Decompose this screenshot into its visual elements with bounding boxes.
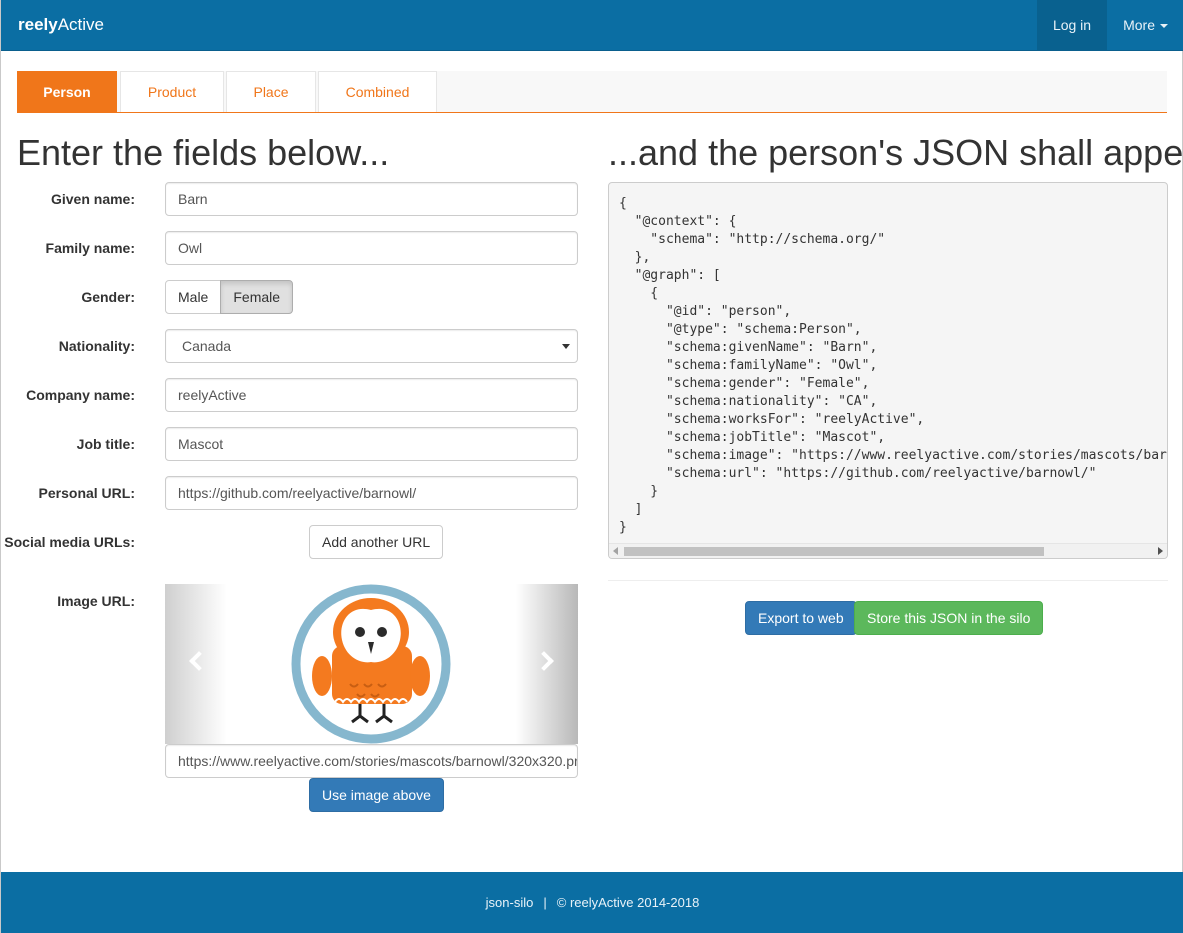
login-link[interactable]: Log in bbox=[1036, 0, 1108, 50]
footer-copyright: © reelyActive 2014-2018 bbox=[556, 895, 700, 910]
more-label: More bbox=[1123, 17, 1155, 33]
scrollbar-thumb[interactable] bbox=[624, 547, 1044, 556]
json-heading: ...and the person's JSON shall appear bbox=[608, 132, 1183, 173]
job-title-label: Job title: bbox=[76, 436, 135, 452]
chevron-down-icon bbox=[1160, 24, 1168, 29]
footer-app-link[interactable]: json-silo bbox=[486, 895, 534, 910]
footer: json-silo | © reelyActive 2014-2018 bbox=[1, 872, 1183, 933]
chevron-left-icon bbox=[189, 651, 209, 671]
nationality-label: Nationality: bbox=[58, 338, 135, 354]
chevron-right-icon bbox=[534, 651, 554, 671]
export-to-web-button[interactable]: Export to web bbox=[745, 601, 857, 635]
image-url-label: Image URL: bbox=[57, 593, 135, 609]
given-name-input[interactable]: Barn bbox=[165, 182, 578, 216]
nav-right: Log in More bbox=[1036, 0, 1183, 50]
social-urls-label: Social media URLs: bbox=[4, 534, 135, 550]
footer-separator: | bbox=[543, 895, 547, 910]
more-menu[interactable]: More bbox=[1107, 0, 1183, 50]
image-carousel bbox=[165, 584, 578, 744]
company-label: Company name: bbox=[26, 387, 135, 403]
personal-url-input[interactable]: https://github.com/reelyactive/barnowl/ bbox=[165, 476, 578, 510]
divider bbox=[608, 580, 1168, 581]
json-output: { "@context": { "schema": "http://schema… bbox=[619, 196, 1168, 535]
gender-male-button[interactable]: Male bbox=[165, 280, 222, 314]
add-url-button[interactable]: Add another URL bbox=[309, 525, 444, 559]
tab-person[interactable]: Person bbox=[17, 71, 117, 112]
scroll-right-icon[interactable] bbox=[1158, 547, 1163, 555]
gender-label: Gender: bbox=[81, 289, 135, 305]
company-input[interactable]: reelyActive bbox=[165, 378, 578, 412]
store-json-button[interactable]: Store this JSON in the silo bbox=[854, 601, 1044, 635]
brand-bold: reely bbox=[18, 15, 58, 34]
given-name-label: Given name: bbox=[50, 191, 135, 207]
chevron-down-icon bbox=[562, 344, 570, 349]
personal-url-label: Personal URL: bbox=[38, 485, 135, 501]
form-heading: Enter the fields below... bbox=[17, 132, 390, 173]
job-title-input[interactable]: Mascot bbox=[165, 427, 578, 461]
gender-female-button[interactable]: Female bbox=[220, 280, 294, 314]
brand-rest: Active bbox=[57, 15, 104, 34]
tab-combined[interactable]: Combined bbox=[318, 71, 437, 112]
horizontal-scrollbar[interactable] bbox=[609, 543, 1167, 558]
scroll-left-icon[interactable] bbox=[613, 547, 618, 555]
gender-toggle: Male Female bbox=[165, 280, 294, 314]
navbar: reelyActive Log in More bbox=[1, 0, 1183, 51]
brand-logo[interactable]: reelyActive bbox=[18, 15, 104, 35]
carousel-prev[interactable] bbox=[165, 584, 227, 744]
barn-owl-image bbox=[291, 584, 451, 744]
image-url-input[interactable]: https://www.reelyactive.com/stories/masc… bbox=[165, 744, 578, 778]
tab-product[interactable]: Product bbox=[120, 71, 224, 112]
nationality-value: Canada bbox=[182, 338, 232, 354]
tab-bar: Person Product Place Combined bbox=[17, 71, 1167, 113]
use-image-button[interactable]: Use image above bbox=[309, 778, 444, 812]
tab-place[interactable]: Place bbox=[226, 71, 316, 112]
json-output-panel[interactable]: { "@context": { "schema": "http://schema… bbox=[608, 182, 1168, 559]
carousel-next[interactable] bbox=[516, 584, 578, 744]
nationality-select[interactable]: Canada bbox=[165, 329, 578, 363]
family-name-input[interactable]: Owl bbox=[165, 231, 578, 265]
family-name-label: Family name: bbox=[45, 240, 135, 256]
